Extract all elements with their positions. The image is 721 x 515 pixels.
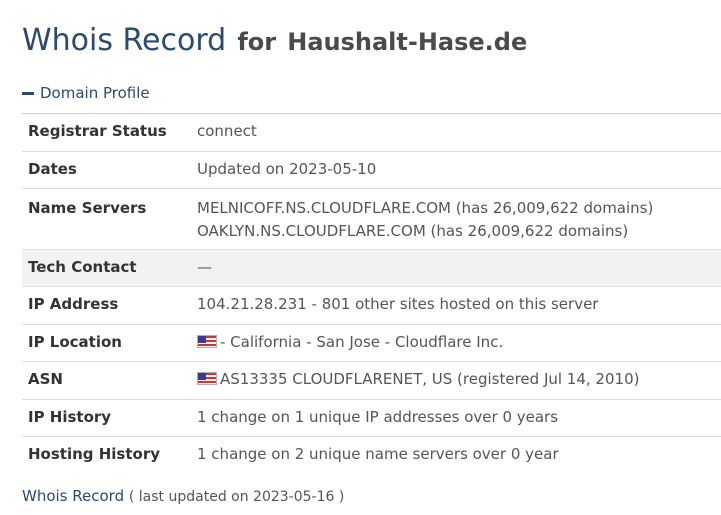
page-title-domain: Haushalt-Hase.de [287,28,528,56]
table-row: ASN AS13335 CLOUDFLARENET, US (registere… [22,361,721,400]
ip-history-label: IP History [22,399,197,437]
hosting-history-label: Hosting History [28,445,161,463]
minus-icon [22,91,34,95]
table-row: IP Location - California - San Jose - Cl… [22,324,721,362]
hosting-history-value: 1 change on 2 unique name servers over 0… [197,445,559,463]
page-title-main: Whois Record [22,23,227,58]
whois-record-link[interactable]: Whois Record [22,487,124,505]
ip-address-label: IP Address [22,286,197,325]
us-flag-icon [197,372,217,385]
table-row: Name Servers MELNICOFF.NS.CLOUDFLARE.COM… [22,188,721,250]
registrar-status-value: connect [197,113,721,152]
table-row: Tech Contact — [22,249,721,287]
table-row: IP Address 104.21.28.231 - 801 other sit… [22,286,721,325]
domain-profile-label: Domain Profile [40,84,150,102]
dates-label: Dates [22,151,197,189]
page-title-for: for [237,28,277,56]
name-server-2: OAKLYN.NS.CLOUDFLARE.COM (has 26,009,622… [197,222,629,240]
domain-profile-table: Registrar Status connect Dates Updated o… [22,113,721,474]
ip-address-value: 104.21.28.231 - 801 other sites hosted o… [197,286,721,325]
name-servers-value: MELNICOFF.NS.CLOUDFLARE.COM (has 26,009,… [197,188,721,250]
table-row: Hosting History 1 change on 2 unique nam… [22,437,721,475]
tech-contact-label: Tech Contact [22,249,197,287]
ip-location-label: IP Location [22,324,197,362]
name-servers-label: Name Servers [22,188,197,250]
asn-text: AS13335 CLOUDFLARENET, US (registered Ju… [220,370,640,388]
table-row: Registrar Status connect [22,113,721,152]
tech-contact-value: — [197,249,721,287]
asn-value: AS13335 CLOUDFLARENET, US (registered Ju… [197,361,721,400]
asn-label: ASN [22,361,197,400]
table-row: Dates Updated on 2023-05-10 [22,151,721,189]
registrar-status-label: Registrar Status [22,113,197,152]
whois-page: Whois Record for Haushalt-Hase.de Domain… [0,0,721,515]
ip-location-value: - California - San Jose - Cloudflare Inc… [197,324,721,362]
us-flag-icon [197,335,217,348]
ip-history-value: 1 change on 1 unique IP addresses over 0… [197,399,721,437]
name-server-1: MELNICOFF.NS.CLOUDFLARE.COM (has 26,009,… [197,199,654,217]
dates-value: Updated on 2023-05-10 [197,151,721,189]
domain-profile-toggle[interactable]: Domain Profile [22,84,150,102]
page-title: Whois Record for Haushalt-Hase.de [22,20,527,58]
table-row: IP History 1 change on 1 unique IP addre… [22,399,721,437]
ip-location-text: - California - San Jose - Cloudflare Inc… [220,333,504,351]
whois-record-footer: Whois Record ( last updated on 2023-05-1… [22,487,344,505]
last-updated-note: ( last updated on 2023-05-16 ) [128,489,345,505]
